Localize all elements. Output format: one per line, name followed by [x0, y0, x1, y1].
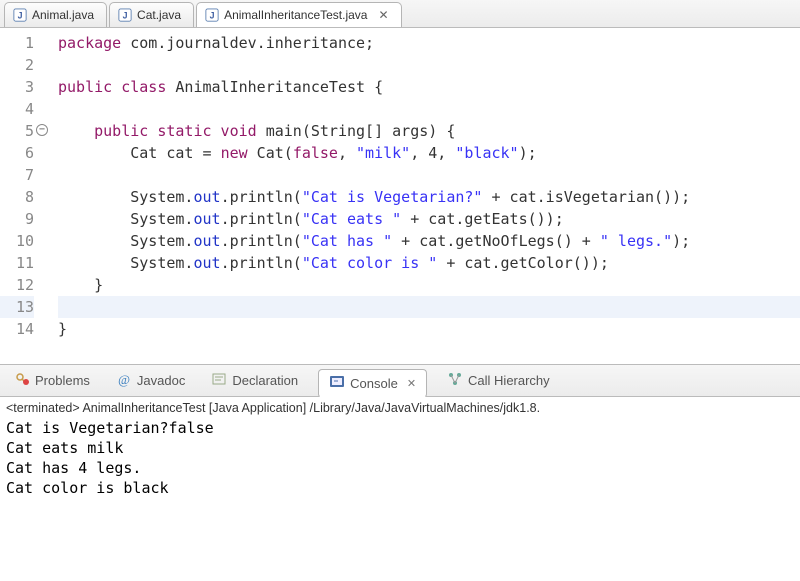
- svg-text:J: J: [123, 11, 128, 21]
- declaration-icon: [211, 371, 227, 390]
- view-tab-declaration[interactable]: Declaration: [205, 367, 304, 394]
- editor-tab-cat[interactable]: J Cat.java: [109, 2, 194, 27]
- javadoc-icon: @: [116, 371, 132, 390]
- code-line: System.out.println("Cat has " + cat.getN…: [58, 230, 800, 252]
- line-number: 11: [0, 252, 34, 274]
- code-line: }: [58, 274, 800, 296]
- view-label: Declaration: [232, 373, 298, 388]
- line-number: 9: [0, 208, 34, 230]
- line-number: 10: [0, 230, 34, 252]
- java-file-icon: J: [118, 8, 132, 22]
- close-icon[interactable]: ✕: [407, 377, 416, 390]
- code-line: public static void main(String[] args) {: [58, 120, 800, 142]
- svg-text:J: J: [210, 11, 215, 21]
- code-line: [58, 54, 800, 76]
- view-tab-call-hierarchy[interactable]: Call Hierarchy: [441, 367, 556, 394]
- code-line: [58, 296, 800, 318]
- code-line: }: [58, 318, 800, 340]
- code-line: Cat cat = new Cat(false, "milk", 4, "bla…: [58, 142, 800, 164]
- tab-label: Animal.java: [32, 8, 94, 22]
- view-label: Problems: [35, 373, 90, 388]
- code-line: public class AnimalInheritanceTest {: [58, 76, 800, 98]
- console-status: <terminated> AnimalInheritanceTest [Java…: [0, 397, 800, 417]
- fold-column: [40, 32, 58, 364]
- console-output[interactable]: Cat is Vegetarian?falseCat eats milkCat …: [0, 417, 800, 504]
- line-number: 4: [0, 98, 34, 120]
- editor-tab-bar: J Animal.java J Cat.java J AnimalInherit…: [0, 0, 800, 28]
- line-number: 5−: [0, 120, 34, 142]
- call-hierarchy-icon: [447, 371, 463, 390]
- view-tab-javadoc[interactable]: @ Javadoc: [110, 367, 191, 394]
- line-number: 1: [0, 32, 34, 54]
- svg-text:J: J: [18, 11, 23, 21]
- tab-label: AnimalInheritanceTest.java: [224, 8, 367, 22]
- bottom-pane: Problems @ Javadoc Declaration Console ✕…: [0, 365, 800, 504]
- view-label: Javadoc: [137, 373, 185, 388]
- editor-pane: J Animal.java J Cat.java J AnimalInherit…: [0, 0, 800, 365]
- code-line: [58, 164, 800, 186]
- view-label: Call Hierarchy: [468, 373, 550, 388]
- code-line: package com.journaldev.inheritance;: [58, 32, 800, 54]
- problems-icon: [14, 371, 30, 390]
- line-number: 3: [0, 76, 34, 98]
- editor-tab-animal[interactable]: J Animal.java: [4, 2, 107, 27]
- line-number: 6: [0, 142, 34, 164]
- console-icon: [329, 374, 345, 393]
- java-file-icon: J: [13, 8, 27, 22]
- code-line: System.out.println("Cat color is " + cat…: [58, 252, 800, 274]
- fold-collapse-icon[interactable]: −: [36, 124, 48, 136]
- editor-tab-animalinheritancetest[interactable]: J AnimalInheritanceTest.java ✕: [196, 2, 401, 27]
- view-label: Console: [350, 376, 398, 391]
- tab-label: Cat.java: [137, 8, 181, 22]
- code-line: [58, 98, 800, 120]
- line-number-gutter: 1 2 3 4 5− 6 7 8 9 10 11 12 13 14: [0, 32, 40, 364]
- code-line: System.out.println("Cat eats " + cat.get…: [58, 208, 800, 230]
- line-number: 12: [0, 274, 34, 296]
- code-line: System.out.println("Cat is Vegetarian?" …: [58, 186, 800, 208]
- line-number: 8: [0, 186, 34, 208]
- console-line: Cat is Vegetarian?false: [6, 418, 794, 438]
- view-tab-problems[interactable]: Problems: [8, 367, 96, 394]
- console-line: Cat has 4 legs.: [6, 458, 794, 478]
- view-tab-bar: Problems @ Javadoc Declaration Console ✕…: [0, 365, 800, 397]
- svg-text:@: @: [118, 372, 130, 387]
- code-lines: package com.journaldev.inheritance; publ…: [58, 32, 800, 364]
- console-line: Cat eats milk: [6, 438, 794, 458]
- line-number: 2: [0, 54, 34, 76]
- view-tab-console[interactable]: Console ✕: [318, 369, 427, 398]
- code-editor[interactable]: 1 2 3 4 5− 6 7 8 9 10 11 12 13 14 packag…: [0, 28, 800, 364]
- line-number: 13: [0, 296, 34, 318]
- close-icon[interactable]: ✕: [378, 8, 388, 22]
- java-file-icon: J: [205, 8, 219, 22]
- line-number: 14: [0, 318, 34, 340]
- line-number: 7: [0, 164, 34, 186]
- console-line: Cat color is black: [6, 478, 794, 498]
